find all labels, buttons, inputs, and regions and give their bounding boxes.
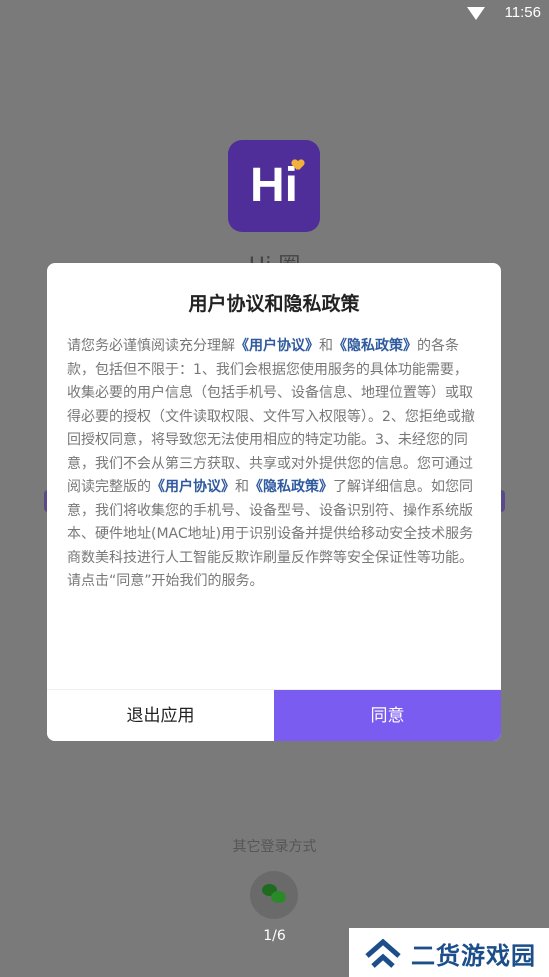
dialog-button-row: 退出应用 同意 [47, 689, 501, 741]
watermark-text: 二货游戏园 [411, 942, 536, 970]
body-text: 和 [235, 479, 249, 495]
exit-app-button[interactable]: 退出应用 [47, 690, 274, 741]
policy-link[interactable]: 《隐私政策》 [249, 479, 333, 495]
policy-link[interactable]: 《隐私政策》 [333, 338, 417, 354]
wechat-icon [262, 884, 286, 904]
policy-link[interactable]: 《用户协议》 [151, 479, 235, 495]
body-text: 和 [319, 338, 333, 354]
agree-button[interactable]: 同意 [274, 690, 501, 741]
status-time: 11:56 [504, 4, 541, 21]
wechat-login-button[interactable] [250, 871, 298, 919]
watermark: 二货游戏园 [349, 928, 549, 977]
body-text: 的各条款，包括但不限于：1、我们会根据您使用服务的具体功能需要，收集必要的用户信… [67, 338, 475, 495]
heart-icon [292, 160, 304, 170]
policy-link[interactable]: 《用户协议》 [235, 338, 319, 354]
wifi-icon [467, 7, 485, 20]
other-login-label: 其它登录方式 [232, 839, 317, 855]
body-text: 请您务必谨慎阅读充分理解 [67, 338, 235, 354]
chevron-up-logo-icon [365, 938, 401, 968]
body-text: 了解详细信息。如您同意，我们将收集您的手机号、设备型号、设备识别符、操作系统版本… [67, 479, 474, 589]
app-logo: Hi [228, 140, 320, 232]
privacy-dialog: 用户协议和隐私政策 请您务必谨慎阅读充分理解《用户协议》和《隐私政策》的各条款，… [47, 263, 501, 741]
dialog-body: 请您务必谨慎阅读充分理解《用户协议》和《隐私政策》的各条款，包括但不限于：1、我… [67, 335, 475, 594]
dialog-title: 用户协议和隐私政策 [188, 293, 360, 315]
status-bar: 11:56 [0, 0, 549, 28]
app-logo-text: Hi [250, 159, 298, 212]
